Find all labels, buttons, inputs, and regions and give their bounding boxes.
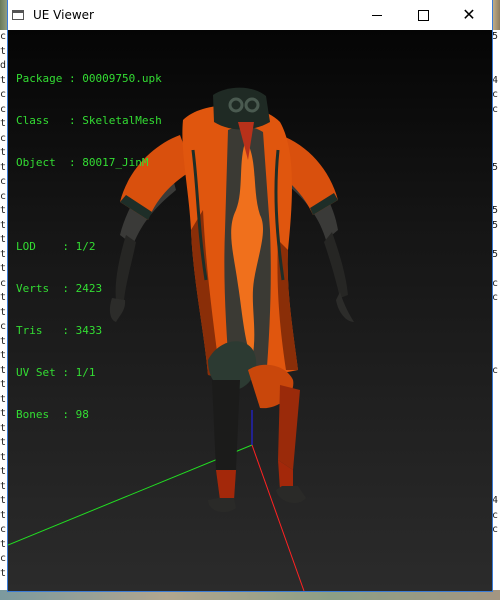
background-console-char: 5 bbox=[492, 205, 499, 216]
background-console-char bbox=[492, 349, 500, 364]
class-row: Class : SkeletalMesh bbox=[16, 114, 162, 128]
background-console-char: c bbox=[492, 509, 499, 521]
object-value: 80017_JinM bbox=[82, 156, 149, 169]
background-console-char bbox=[492, 190, 500, 205]
background-console-char: 5 bbox=[492, 248, 499, 260]
background-console-char bbox=[492, 451, 500, 466]
background-console-char: 4 bbox=[492, 74, 499, 86]
background-console-char bbox=[492, 378, 500, 393]
background-console-char bbox=[492, 306, 500, 321]
background-console-char bbox=[492, 422, 500, 437]
close-button[interactable]: ✕ bbox=[446, 0, 492, 30]
uvset-label: UV Set : bbox=[16, 366, 76, 379]
background-console-char: c bbox=[492, 277, 499, 289]
lod-row: LOD : 1/2 bbox=[16, 240, 162, 254]
verts-row: Verts : 2423 bbox=[16, 282, 162, 296]
uvset-value: 1/1 bbox=[75, 366, 96, 379]
tris-label: Tris : bbox=[16, 324, 76, 337]
background-console-char: c bbox=[492, 89, 499, 100]
background-console-char bbox=[492, 117, 500, 132]
maximize-button[interactable] bbox=[400, 0, 446, 30]
background-console-char: c bbox=[492, 103, 499, 115]
info-spacer bbox=[16, 198, 162, 212]
background-console-char bbox=[492, 393, 500, 408]
background-console-char bbox=[492, 146, 500, 161]
minimize-button[interactable] bbox=[354, 0, 400, 30]
background-console-char bbox=[492, 262, 500, 277]
background-console-char bbox=[492, 45, 500, 60]
maximize-icon bbox=[417, 9, 429, 21]
background-console-char bbox=[492, 538, 500, 553]
background-console-right-text: 5 4cc 5 55 5 cc c 4cc bbox=[492, 30, 500, 590]
taskbar-edge bbox=[0, 590, 500, 600]
lod-value: 1/2 bbox=[75, 240, 96, 253]
mesh-info-overlay: Package : 00009750.upk Class : SkeletalM… bbox=[16, 44, 162, 450]
background-console-char bbox=[492, 175, 500, 190]
background-console-char bbox=[492, 59, 500, 74]
background-console-char: c bbox=[492, 292, 499, 303]
bones-label: Bones : bbox=[16, 408, 76, 421]
minimize-icon bbox=[372, 14, 382, 16]
window-title: UE Viewer bbox=[33, 8, 94, 22]
window-app-icon bbox=[12, 10, 24, 20]
class-label: Class : bbox=[16, 114, 83, 127]
lod-label: LOD : bbox=[16, 240, 76, 253]
class-value: SkeletalMesh bbox=[82, 114, 162, 127]
tris-value: 3433 bbox=[75, 324, 103, 337]
background-console-char bbox=[492, 335, 500, 350]
background-console-char bbox=[492, 436, 500, 451]
background-console-char bbox=[492, 480, 500, 495]
background-console-char bbox=[492, 407, 500, 422]
verts-label: Verts : bbox=[16, 282, 76, 295]
uvset-row: UV Set : 1/1 bbox=[16, 366, 162, 380]
title-bar[interactable]: UE Viewer ✕ bbox=[8, 0, 492, 30]
background-console-char: c bbox=[492, 364, 499, 376]
background-console-char: c bbox=[492, 524, 499, 535]
axis-x-line bbox=[251, 444, 305, 591]
bones-value: 98 bbox=[75, 408, 89, 421]
background-console-char bbox=[492, 132, 500, 147]
background-console-char: 5 bbox=[492, 219, 499, 231]
3d-viewport[interactable]: Package : 00009750.upk Class : SkeletalM… bbox=[8, 30, 492, 591]
background-console-char bbox=[492, 233, 500, 248]
object-row: Object : 80017_JinM bbox=[16, 156, 162, 170]
axis-y-line bbox=[8, 444, 253, 546]
tris-row: Tris : 3433 bbox=[16, 324, 162, 338]
package-label: Package : bbox=[16, 72, 83, 85]
bones-row: Bones : 98 bbox=[16, 408, 162, 422]
verts-value: 2423 bbox=[75, 282, 103, 295]
close-icon: ✕ bbox=[462, 5, 476, 24]
background-console-char bbox=[492, 320, 500, 335]
object-label: Object : bbox=[16, 156, 83, 169]
background-desktop-right bbox=[492, 0, 500, 30]
package-value: 00009750.upk bbox=[82, 72, 162, 85]
background-console-char: 5 bbox=[492, 31, 499, 42]
background-console-char: 5 bbox=[492, 161, 499, 173]
background-console-char bbox=[492, 465, 500, 480]
package-row: Package : 00009750.upk bbox=[16, 72, 162, 86]
ue-viewer-window[interactable]: UE Viewer ✕ Package: 00009750.upk Class… bbox=[8, 0, 492, 591]
background-console-char: 4 bbox=[492, 495, 499, 506]
